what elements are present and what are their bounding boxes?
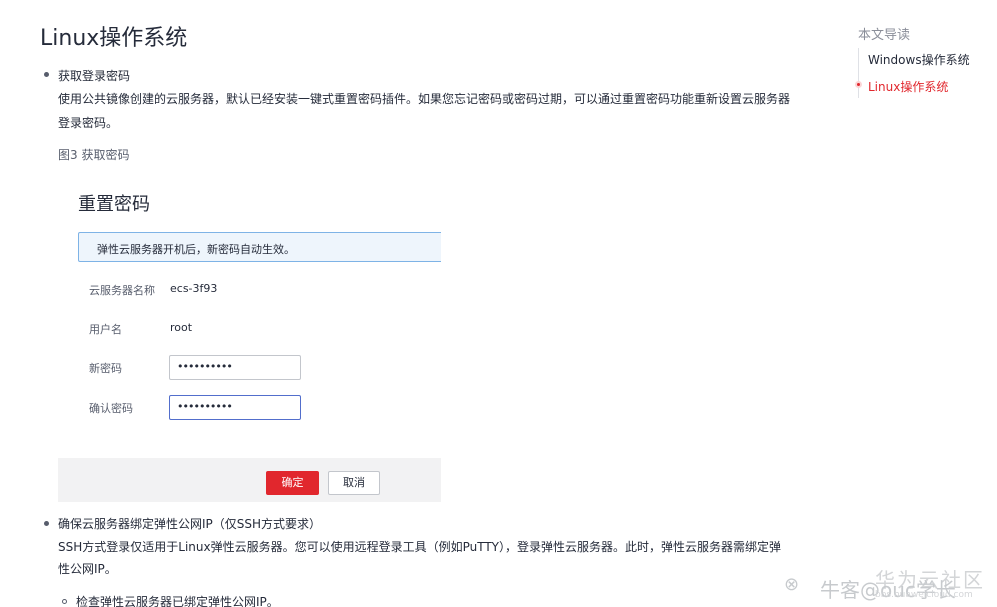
section-title-get-password: 获取登录密码 — [58, 69, 131, 83]
info-notice: 弹性云服务器开机后，新密码自动生效。 — [78, 232, 441, 262]
section-body-line: 使用公共镜像创建的云服务器，默认已经安装一键式重置密码插件。如果您忘记密码或密码… — [58, 92, 791, 106]
doc-page: Linux操作系统 获取登录密码 使用公共镜像创建的云服务器，默认已经安装一键式… — [0, 0, 997, 607]
server-name-value: ecs-3f93 — [170, 282, 218, 295]
figure-caption: 图3 获取密码 — [58, 148, 130, 162]
username-value: root — [170, 321, 193, 334]
confirm-button[interactable]: 确定 — [266, 471, 319, 495]
section-body-line: 登录密码。 — [58, 116, 119, 130]
sub-bullet-icon — [62, 599, 67, 604]
notice-text: 弹性云服务器开机后，新密码自动生效。 — [97, 243, 295, 256]
dialog-footer: 确定 取消 — [58, 458, 441, 502]
toc-active-dot-icon — [855, 81, 862, 88]
dialog-title: 重置密码 — [78, 194, 150, 215]
confirm-password-input[interactable]: •••••••••• — [169, 395, 301, 420]
username-label: 用户名 — [89, 323, 122, 336]
confirm-password-label: 确认密码 — [89, 402, 133, 415]
toc-item-linux[interactable]: Linux操作系统 — [868, 78, 948, 95]
bullet-icon — [44, 72, 49, 77]
new-password-input[interactable]: •••••••••• — [169, 355, 301, 380]
page-title: Linux操作系统 — [40, 26, 188, 51]
watermark-url: bbs.huaweicloud.com — [875, 590, 973, 600]
bullet-icon — [44, 521, 49, 526]
reset-password-figure: 重置密码 弹性云服务器开机后，新密码自动生效。 云服务器名称 ecs-3f93 … — [58, 172, 441, 502]
watermark-logo-icon: ⊗ — [784, 574, 800, 595]
section-title-bind-eip: 确保云服务器绑定弹性公网IP（仅SSH方式要求） — [58, 517, 322, 531]
server-name-label: 云服务器名称 — [89, 284, 155, 297]
toc-title: 本文导读 — [858, 28, 911, 43]
section-body-line: 性公网IP。 — [58, 562, 117, 576]
watermark: ⊗ 华为云社区 牛客@ouc学长 bbs.huaweicloud.com — [770, 560, 997, 607]
toc-item-windows[interactable]: Windows操作系统 — [868, 51, 970, 68]
new-password-label: 新密码 — [89, 362, 122, 375]
toc-track — [858, 48, 859, 98]
section-body-line: SSH方式登录仅适用于Linux弹性云服务器。您可以使用远程登录工具（例如PuT… — [58, 540, 782, 554]
cancel-button[interactable]: 取消 — [328, 471, 380, 495]
sub-item-check-eip: 检查弹性云服务器已绑定弹性公网IP。 — [76, 595, 279, 607]
